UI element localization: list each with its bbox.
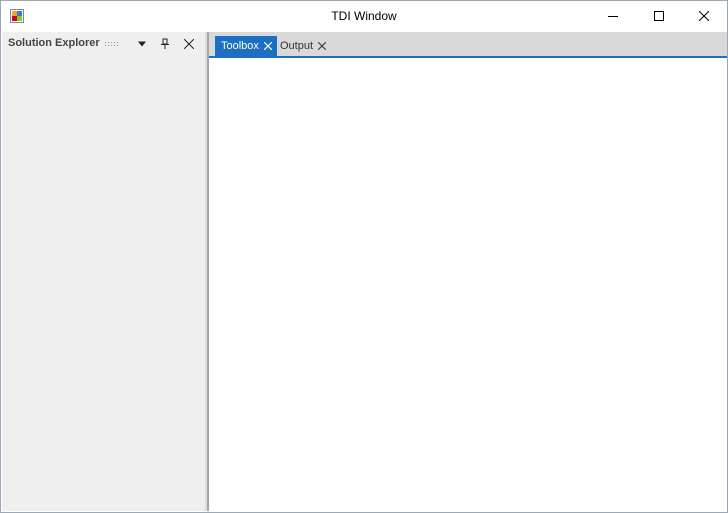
document-area: Toolbox Output: [209, 32, 727, 511]
maximize-icon: [654, 11, 664, 21]
tab-strip: Toolbox Output: [209, 32, 727, 56]
solution-explorer-header[interactable]: Solution Explorer: [2, 32, 205, 55]
maximize-button[interactable]: [636, 1, 682, 31]
solution-explorer-title: Solution Explorer: [8, 37, 100, 49]
minimize-button[interactable]: [590, 1, 636, 31]
drag-grip-icon[interactable]: [104, 41, 120, 46]
tab-toolbox[interactable]: Toolbox: [215, 36, 277, 56]
tab-label: Output: [280, 40, 314, 52]
tab-close-button[interactable]: [317, 41, 327, 51]
tab-label: Toolbox: [221, 40, 259, 52]
close-icon: [263, 42, 272, 50]
app-window: TDI Window Solution Explorer Toolbox Out…: [0, 0, 728, 513]
close-icon: [184, 39, 194, 49]
close-icon: [318, 42, 327, 50]
tab-output[interactable]: Output: [280, 36, 330, 56]
close-icon: [699, 11, 709, 21]
dropdown-arrow-icon: [138, 41, 146, 47]
tab-close-button[interactable]: [263, 41, 273, 51]
dropdown-button[interactable]: [135, 37, 149, 51]
pin-icon: [161, 38, 169, 49]
solution-explorer-pane: Solution Explorer: [2, 32, 205, 511]
close-button[interactable]: [681, 1, 727, 31]
document-content[interactable]: [209, 58, 727, 511]
pane-close-button[interactable]: [182, 37, 196, 51]
minimize-icon: [608, 16, 618, 17]
title-bar[interactable]: TDI Window: [1, 1, 727, 31]
pin-button[interactable]: [158, 37, 172, 51]
